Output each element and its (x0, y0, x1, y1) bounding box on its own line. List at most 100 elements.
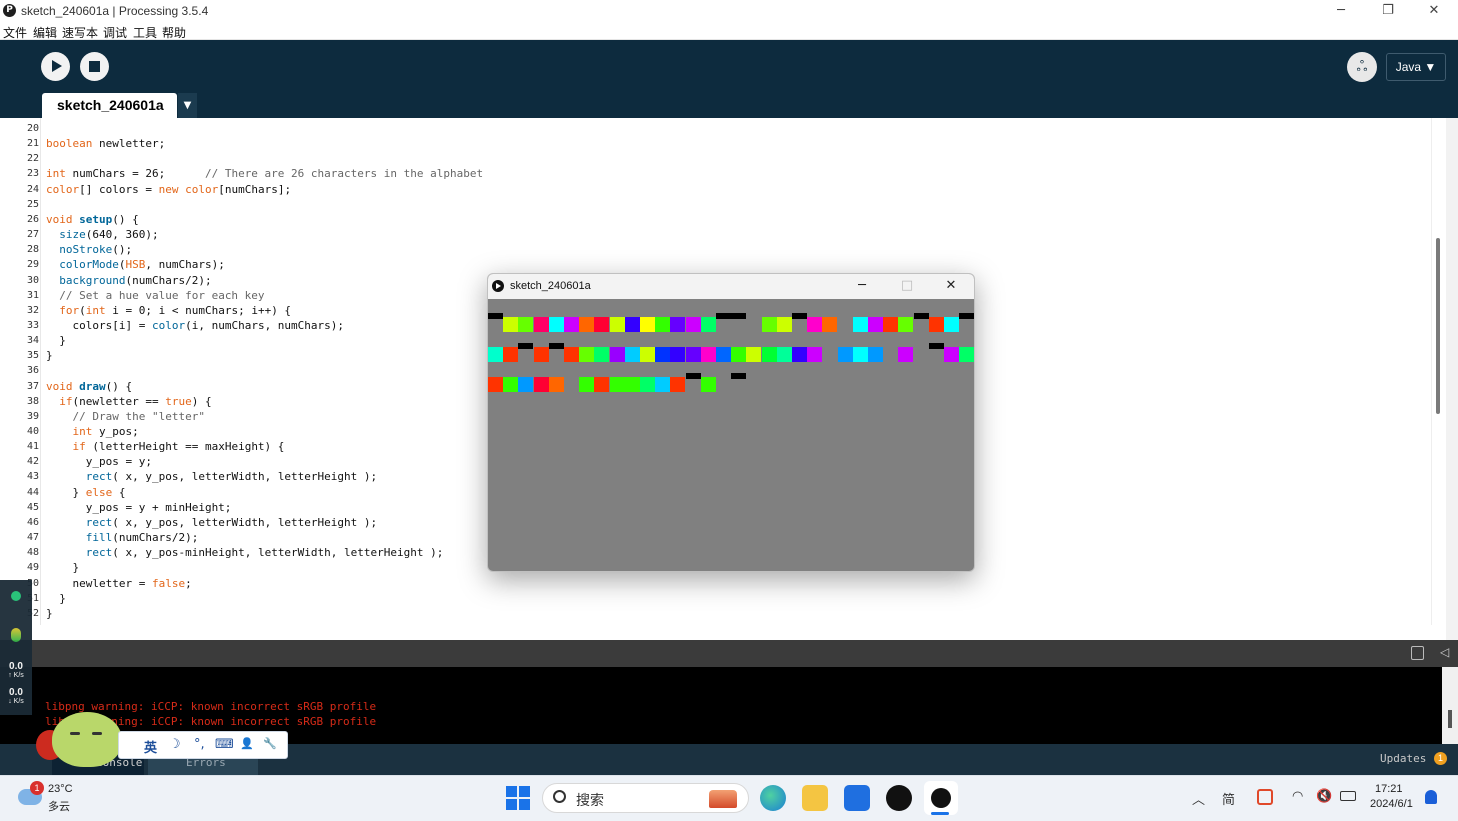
menu-file[interactable]: 文件 (3, 24, 27, 41)
code-line[interactable]: void draw() { (46, 380, 132, 393)
line-number: 20 (26, 123, 39, 134)
mode-selector[interactable]: Java ▼ (1386, 53, 1446, 81)
code-line[interactable]: background(numChars/2); (46, 273, 212, 287)
line-number: 27 (26, 229, 39, 241)
code-line[interactable]: if(newletter == true) { (46, 395, 211, 408)
code-line[interactable]: } (46, 334, 66, 347)
code-line[interactable]: newletter = false; (46, 577, 191, 590)
menu-help[interactable]: 帮助 (162, 24, 186, 41)
console-scrollbar[interactable] (1442, 667, 1458, 744)
restore-button[interactable]: ❐ (1365, 0, 1411, 22)
updates-badge[interactable]: 1 (1434, 752, 1447, 765)
letter-block (624, 317, 640, 332)
code-line[interactable]: rect( x, y_pos-minHeight, letterWidth, l… (46, 546, 444, 559)
code-line[interactable]: if (letterHeight == maxHeight) { (46, 440, 285, 453)
edge-browser-icon[interactable] (760, 785, 786, 811)
sketch-maximize-button[interactable]: □ (897, 278, 917, 293)
processing-app-icon[interactable] (886, 785, 912, 811)
code-line[interactable]: size(640, 360); (46, 228, 158, 241)
code-line[interactable]: } (46, 607, 53, 620)
console-scrollbar-thumb[interactable] (1448, 710, 1452, 728)
code-token: (numChars/2); (125, 273, 212, 287)
code-line[interactable]: } else { (46, 486, 125, 499)
menu-debug[interactable]: 调试 (103, 24, 127, 41)
collapse-icon[interactable]: ◁ (1440, 645, 1449, 659)
file-explorer-icon[interactable] (802, 785, 828, 811)
code-line[interactable]: int y_pos; (46, 425, 139, 438)
menu-sketch[interactable]: 速写本 (62, 24, 98, 41)
app-store-icon[interactable] (844, 785, 870, 811)
volume-muted-icon[interactable]: 🔇 (1316, 789, 1332, 804)
code-line[interactable]: colors[i] = color(i, numChars, numChars)… (46, 319, 344, 332)
code-line[interactable]: noStroke(); (46, 243, 132, 256)
tab-menu-arrow-icon[interactable]: ▼ (178, 93, 197, 118)
code-line[interactable]: } (46, 561, 79, 574)
menu-edit[interactable]: 编辑 (33, 24, 57, 41)
ime-language-toggle[interactable]: 英 (144, 737, 157, 756)
code-line[interactable]: y_pos = y; (46, 455, 152, 468)
code-line[interactable]: colorMode(HSB, numChars); (46, 258, 225, 271)
code-line[interactable]: fill(numChars/2); (46, 531, 199, 544)
ime-toolbar[interactable]: 英 ☽ °, ⌨ 👤 🔧 (118, 731, 288, 759)
letter-block (488, 313, 503, 319)
sketch-running-taskbar-item[interactable] (924, 781, 958, 815)
code-token: ( (79, 303, 86, 317)
start-button[interactable] (506, 786, 530, 810)
code-line[interactable]: color[] colors = new color[numChars]; (46, 183, 291, 196)
code-line[interactable]: } (46, 592, 66, 605)
weather-temp[interactable]: 23°C (48, 783, 73, 795)
search-placeholder[interactable]: 搜索 (576, 790, 604, 810)
play-icon (52, 60, 62, 72)
code-token: i = 0; i < numChars; i++) { (105, 303, 292, 317)
user-icon[interactable]: 👤 (240, 737, 254, 750)
run-button[interactable] (41, 52, 70, 81)
tray-chevron-icon[interactable]: ︿ (1192, 789, 1205, 808)
battery-icon[interactable] (1340, 791, 1356, 801)
code-line[interactable]: int numChars = 26; // There are 26 chara… (46, 167, 483, 180)
close-button[interactable]: ✕ (1411, 0, 1457, 22)
sketch-minimize-button[interactable]: ─ (852, 278, 872, 293)
sketch-window[interactable]: sketch_240601a ─ □ ✕ (487, 273, 975, 572)
sketch-close-button[interactable]: ✕ (941, 278, 961, 293)
moon-icon[interactable]: ☽ (169, 737, 181, 752)
copy-icon[interactable] (1411, 646, 1424, 660)
code-line[interactable]: rect( x, y_pos, letterWidth, letterHeigh… (46, 470, 377, 483)
code-line[interactable]: y_pos = y + minHeight; (46, 501, 232, 514)
code-line[interactable]: } (46, 349, 53, 362)
letter-block (928, 317, 944, 332)
punctuation-icon[interactable]: °, (194, 737, 205, 752)
wrench-icon[interactable]: 🔧 (263, 737, 277, 750)
updates-label[interactable]: Updates (1380, 752, 1426, 765)
letter-block (959, 347, 974, 362)
minimize-button[interactable]: ─ (1318, 0, 1364, 22)
code-token: // There are 26 characters in the alphab… (204, 167, 484, 181)
code-token: draw (79, 379, 106, 393)
toolbar (0, 40, 1458, 118)
weather-desc[interactable]: 多云 (48, 798, 70, 814)
code-line[interactable]: void setup() { (46, 213, 139, 226)
code-line[interactable]: // Draw the "letter" (46, 410, 205, 423)
antivirus-icon[interactable] (1257, 789, 1273, 805)
ime-indicator[interactable]: 简 (1222, 789, 1235, 808)
mascot-frog-icon[interactable] (52, 712, 122, 767)
code-token: colors[i] = (46, 318, 152, 332)
line-number: 47 (26, 532, 39, 544)
code-token: int (85, 303, 106, 317)
stop-button[interactable] (80, 52, 109, 81)
taskbar-search[interactable] (542, 783, 749, 813)
notification-bell-icon[interactable] (1425, 790, 1437, 804)
code-line[interactable]: boolean newletter; (46, 137, 165, 150)
debugger-button[interactable]: ஃ (1347, 52, 1377, 82)
butterfly-icon: ஃ (1356, 59, 1368, 75)
tab-sketch[interactable]: sketch_240601a (42, 93, 177, 118)
code-line[interactable]: // Set a hue value for each key (46, 289, 264, 302)
code-line[interactable]: for(int i = 0; i < numChars; i++) { (46, 304, 291, 317)
clock-time[interactable]: 17:21 (1375, 783, 1403, 795)
wifi-icon[interactable]: ◠ (1292, 789, 1303, 804)
clock-date[interactable]: 2024/6/1 (1370, 798, 1413, 810)
keyboard-icon[interactable]: ⌨ (215, 737, 234, 752)
code-line[interactable]: rect( x, y_pos, letterWidth, letterHeigh… (46, 516, 377, 529)
editor-scrollbar-thumb[interactable] (1436, 238, 1440, 414)
menu-tools[interactable]: 工具 (133, 24, 157, 41)
